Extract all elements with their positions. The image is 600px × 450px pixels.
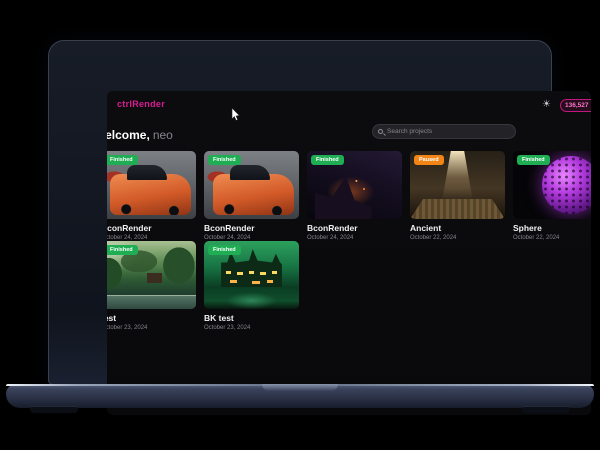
project-thumbnail: Finished (204, 241, 299, 309)
project-date: October 23, 2024 (107, 325, 196, 331)
project-card[interactable]: Finished BconRender October 24, 2024 (107, 151, 196, 241)
app-window: ctrlRender ☀ 136,527 Welcome,neo Finishe… (107, 91, 591, 415)
credits-value: 136,527 (565, 102, 589, 109)
project-title: test (107, 313, 196, 323)
search-icon (378, 129, 383, 134)
app-logo: ctrlRender (117, 99, 165, 109)
project-title: BconRender (204, 223, 299, 233)
project-title: BconRender (107, 223, 196, 233)
project-card[interactable]: Finished BK test October 23, 2024 (204, 241, 299, 331)
laptop-screen: ctrlRender ☀ 136,527 Welcome,neo Finishe… (107, 91, 591, 415)
project-card[interactable]: Paused Ancient October 22, 2024 (410, 151, 505, 241)
project-date: October 23, 2024 (204, 325, 299, 331)
laptop-foot (522, 406, 570, 413)
project-thumbnail: Finished (513, 151, 591, 219)
credits-pill[interactable]: 136,527 (560, 99, 591, 112)
status-badge: Finished (208, 155, 241, 165)
laptop-lid: ctrlRender ☀ 136,527 Welcome,neo Finishe… (48, 40, 552, 385)
status-badge: Finished (517, 155, 550, 165)
project-date: October 24, 2024 (307, 235, 402, 241)
status-badge: Finished (107, 155, 138, 165)
project-thumbnail: Finished (204, 151, 299, 219)
status-badge: Finished (208, 245, 241, 255)
search-input[interactable] (387, 128, 510, 135)
status-badge: Paused (414, 155, 444, 165)
laptop-foot (30, 406, 78, 413)
project-date: October 22, 2024 (410, 235, 505, 241)
project-thumbnail: Paused (410, 151, 505, 219)
project-card[interactable]: Finished BconRender October 24, 2024 (307, 151, 402, 241)
welcome-heading: Welcome,neo (107, 128, 173, 142)
project-date: October 22, 2024 (513, 235, 591, 241)
mouse-cursor-icon (231, 108, 240, 121)
project-thumbnail: Finished (107, 151, 196, 219)
project-card[interactable]: Finished test October 23, 2024 (107, 241, 196, 331)
project-title: Ancient (410, 223, 505, 233)
project-card[interactable]: Finished Sphere October 22, 2024 (513, 151, 591, 241)
status-badge: Finished (311, 155, 344, 165)
project-title: BconRender (307, 223, 402, 233)
laptop-base (6, 384, 594, 408)
project-title: BK test (204, 313, 299, 323)
theme-toggle-sun-icon[interactable]: ☀ (542, 100, 551, 110)
project-thumbnail: Finished (107, 241, 196, 309)
project-title: Sphere (513, 223, 591, 233)
base-notch (262, 384, 338, 391)
welcome-username: neo (153, 128, 173, 142)
search-bar[interactable] (372, 124, 516, 139)
project-card[interactable]: Finished BconRender October 24, 2024 (204, 151, 299, 241)
project-thumbnail: Finished (307, 151, 402, 219)
welcome-greeting: Welcome, (107, 128, 150, 142)
status-badge: Finished (107, 245, 138, 255)
